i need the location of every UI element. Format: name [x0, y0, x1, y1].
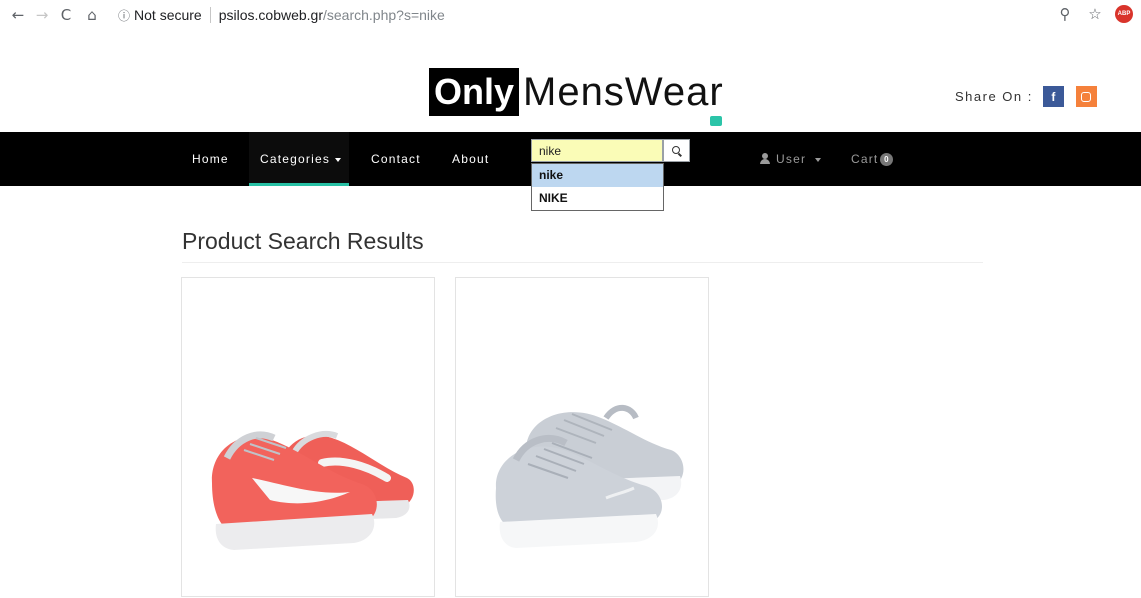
page-title: Product Search Results: [182, 228, 424, 254]
logo-text: MensWear: [523, 69, 724, 114]
search-input[interactable]: [531, 139, 663, 162]
share-label: Share On :: [955, 89, 1033, 104]
nav-home[interactable]: Home: [192, 132, 229, 186]
info-icon[interactable]: ⓘ: [118, 7, 130, 24]
address-bar[interactable]: ⓘ Not secure psilos.cobweb.gr/search.php…: [118, 4, 445, 26]
nav-contact[interactable]: Contact: [371, 132, 421, 186]
share-section: Share On : f: [955, 86, 1097, 107]
nav-categories-label: Categories: [260, 152, 331, 166]
logo-bold-text: Only: [429, 68, 520, 116]
url-path: /search.php?s=nike: [323, 7, 445, 23]
browser-actions: ⚲ ☆ ABP: [1055, 4, 1133, 24]
product-card[interactable]: [181, 277, 435, 597]
search-icon: [671, 145, 680, 154]
back-icon[interactable]: ←: [8, 5, 28, 25]
nav-about[interactable]: About: [452, 132, 489, 186]
caret-down-icon: [335, 157, 342, 162]
reload-icon[interactable]: C: [56, 5, 76, 25]
browser-toolbar: ← → C ⌂ ⓘ Not secure psilos.cobweb.gr/se…: [0, 0, 1141, 30]
nav-categories[interactable]: Categories: [249, 132, 349, 186]
suggestion-item[interactable]: NIKE: [532, 187, 663, 210]
omnibox-divider: [209, 7, 211, 23]
zoom-icon[interactable]: ⚲: [1055, 4, 1075, 24]
instagram-icon[interactable]: [1075, 86, 1097, 107]
search-button[interactable]: [663, 139, 690, 162]
product-card[interactable]: [455, 277, 709, 597]
shopping-bag-icon: [710, 116, 722, 126]
nav-user-label: User: [776, 152, 807, 166]
sneaker-coral-icon: [211, 431, 414, 550]
user-icon: [760, 153, 770, 164]
security-label: Not secure: [134, 7, 202, 23]
search-suggestions: nike NIKE: [531, 163, 664, 211]
forward-icon[interactable]: →: [32, 5, 52, 25]
url-host: psilos.cobweb.gr: [218, 7, 323, 23]
sneaker-grey-icon: [495, 404, 684, 548]
cart-count-badge: 0: [880, 153, 894, 166]
title-divider: [182, 262, 983, 263]
adblock-icon[interactable]: ABP: [1115, 5, 1133, 23]
home-icon[interactable]: ⌂: [82, 5, 102, 25]
suggestion-item[interactable]: nike: [532, 164, 663, 187]
site-logo[interactable]: Only MensWear: [429, 68, 724, 126]
facebook-icon[interactable]: f: [1042, 86, 1064, 107]
nav-cart[interactable]: Cart 0: [851, 132, 894, 186]
caret-down-icon: [815, 157, 822, 162]
nav-cart-label: Cart: [851, 152, 879, 166]
bookmark-star-icon[interactable]: ☆: [1085, 4, 1105, 24]
nav-user[interactable]: User: [760, 132, 822, 186]
